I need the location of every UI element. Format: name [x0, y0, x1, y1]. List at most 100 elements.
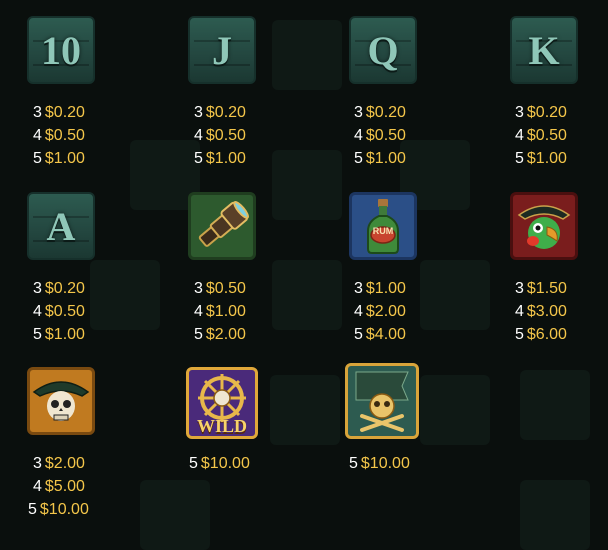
pay-row: 3 $0.20 — [515, 101, 567, 124]
match-count: 4 — [354, 127, 363, 144]
jolly-roger-symbol — [345, 363, 419, 439]
payout-value: $0.50 — [365, 127, 406, 144]
match-count: 4 — [515, 303, 524, 320]
jolly-roger-flag-icon — [355, 371, 409, 432]
parrot-icon — [517, 205, 571, 249]
pay-row: 3 $1.50 — [515, 277, 567, 300]
payout-value: $0.50 — [526, 127, 567, 144]
match-count: 5 — [515, 326, 524, 343]
pay-row: 3 $1.00 — [354, 277, 406, 300]
spyglass-paytable: 3 $0.50 4 $1.00 5 $2.00 — [194, 277, 246, 346]
king-paytable: 3 $0.20 4 $0.50 5 $1.00 — [515, 101, 567, 170]
pay-row: 4 $3.00 — [515, 300, 567, 323]
match-count: 5 — [189, 455, 198, 472]
pay-row: 5 $2.00 — [194, 323, 246, 346]
ace-symbol-label: A — [46, 203, 76, 249]
match-count: 3 — [33, 455, 42, 472]
pay-row: 4 $0.50 — [194, 124, 246, 147]
payout-value: $5.00 — [44, 478, 85, 495]
rum-symbol: RUM — [349, 192, 417, 260]
pay-row: 4 $0.50 — [354, 124, 406, 147]
match-count: 5 — [28, 501, 37, 518]
payout-value: $0.50 — [44, 127, 85, 144]
pirate-skull-symbol — [27, 367, 95, 435]
ace-symbol: A — [27, 192, 95, 260]
pirate-skull-icon — [32, 381, 90, 421]
payout-value: $3.00 — [526, 303, 567, 320]
payout-value: $0.20 — [526, 104, 567, 121]
payout-value: $0.20 — [205, 104, 246, 121]
ace-paytable: 3 $0.20 4 $0.50 5 $1.00 — [33, 277, 85, 346]
jack-symbol: J — [188, 16, 256, 84]
match-count: 5 — [349, 455, 358, 472]
pay-row: 5 $1.00 — [354, 147, 406, 170]
payout-value: $1.00 — [205, 150, 246, 167]
ten-symbol: 10 — [27, 16, 95, 84]
payout-value: $2.00 — [44, 455, 85, 472]
queen-symbol-label: Q — [367, 27, 399, 73]
payout-value: $0.50 — [205, 127, 246, 144]
payout-value: $6.00 — [526, 326, 567, 343]
match-count: 4 — [354, 303, 363, 320]
match-count: 3 — [354, 280, 363, 297]
pay-row: 4 $0.50 — [515, 124, 567, 147]
payout-value: $0.20 — [44, 104, 85, 121]
king-symbol: K — [510, 16, 578, 84]
queen-paytable: 3 $0.20 4 $0.50 5 $1.00 — [354, 101, 406, 170]
pay-row: 3 $0.20 — [33, 101, 85, 124]
pay-row: 5 $10.00 — [28, 498, 89, 521]
payout-value: $10.00 — [39, 501, 89, 518]
payout-value: $10.00 — [360, 455, 410, 472]
pay-row: 4 $0.50 — [33, 124, 85, 147]
payout-value: $1.50 — [526, 280, 567, 297]
payout-value: $1.00 — [205, 303, 246, 320]
jolly-roger-paytable: 5 $10.00 — [349, 452, 410, 475]
match-count: 3 — [194, 280, 203, 297]
pay-row: 5 $1.00 — [33, 323, 85, 346]
payout-value: $2.00 — [205, 326, 246, 343]
match-count: 4 — [33, 127, 42, 144]
match-count: 4 — [515, 127, 524, 144]
wild-paytable: 5 $10.00 — [189, 452, 250, 475]
rum-bottle-label: RUM — [372, 226, 394, 236]
payout-value: $10.00 — [200, 455, 250, 472]
jack-symbol-label: J — [212, 27, 232, 73]
ten-symbol-label: 10 — [41, 27, 81, 73]
payout-value: $2.00 — [365, 303, 406, 320]
pay-row: 5 $10.00 — [349, 452, 410, 475]
spyglass-symbol — [188, 192, 256, 260]
rum-paytable: 3 $1.00 4 $2.00 5 $4.00 — [354, 277, 406, 346]
wild-label: WILD — [196, 416, 247, 436]
match-count: 5 — [354, 150, 363, 167]
match-count: 3 — [33, 280, 42, 297]
king-symbol-label: K — [528, 27, 560, 73]
match-count: 3 — [515, 104, 524, 121]
payout-value: $0.50 — [205, 280, 246, 297]
pay-row: 3 $2.00 — [33, 452, 89, 475]
queen-symbol: Q — [349, 16, 417, 84]
match-count: 4 — [194, 127, 203, 144]
pay-row: 5 $6.00 — [515, 323, 567, 346]
parrot-symbol — [510, 192, 578, 260]
pay-row: 3 $0.50 — [194, 277, 246, 300]
match-count: 4 — [194, 303, 203, 320]
payout-value: $0.50 — [44, 303, 85, 320]
payout-value: $1.00 — [365, 150, 406, 167]
wild-symbol: WILD — [186, 367, 258, 439]
match-count: 5 — [194, 326, 203, 343]
pay-row: 5 $4.00 — [354, 323, 406, 346]
payout-value: $1.00 — [44, 150, 85, 167]
spyglass-icon — [198, 201, 249, 247]
pay-row: 5 $1.00 — [515, 147, 567, 170]
payout-value: $4.00 — [365, 326, 406, 343]
pay-row: 5 $1.00 — [33, 147, 85, 170]
match-count: 5 — [194, 150, 203, 167]
payout-value: $0.20 — [44, 280, 85, 297]
match-count: 5 — [33, 150, 42, 167]
payout-value: $1.00 — [526, 150, 567, 167]
match-count: 3 — [33, 104, 42, 121]
parrot-paytable: 3 $1.50 4 $3.00 5 $6.00 — [515, 277, 567, 346]
payout-value: $1.00 — [44, 326, 85, 343]
match-count: 5 — [33, 326, 42, 343]
pay-row: 4 $0.50 — [33, 300, 85, 323]
